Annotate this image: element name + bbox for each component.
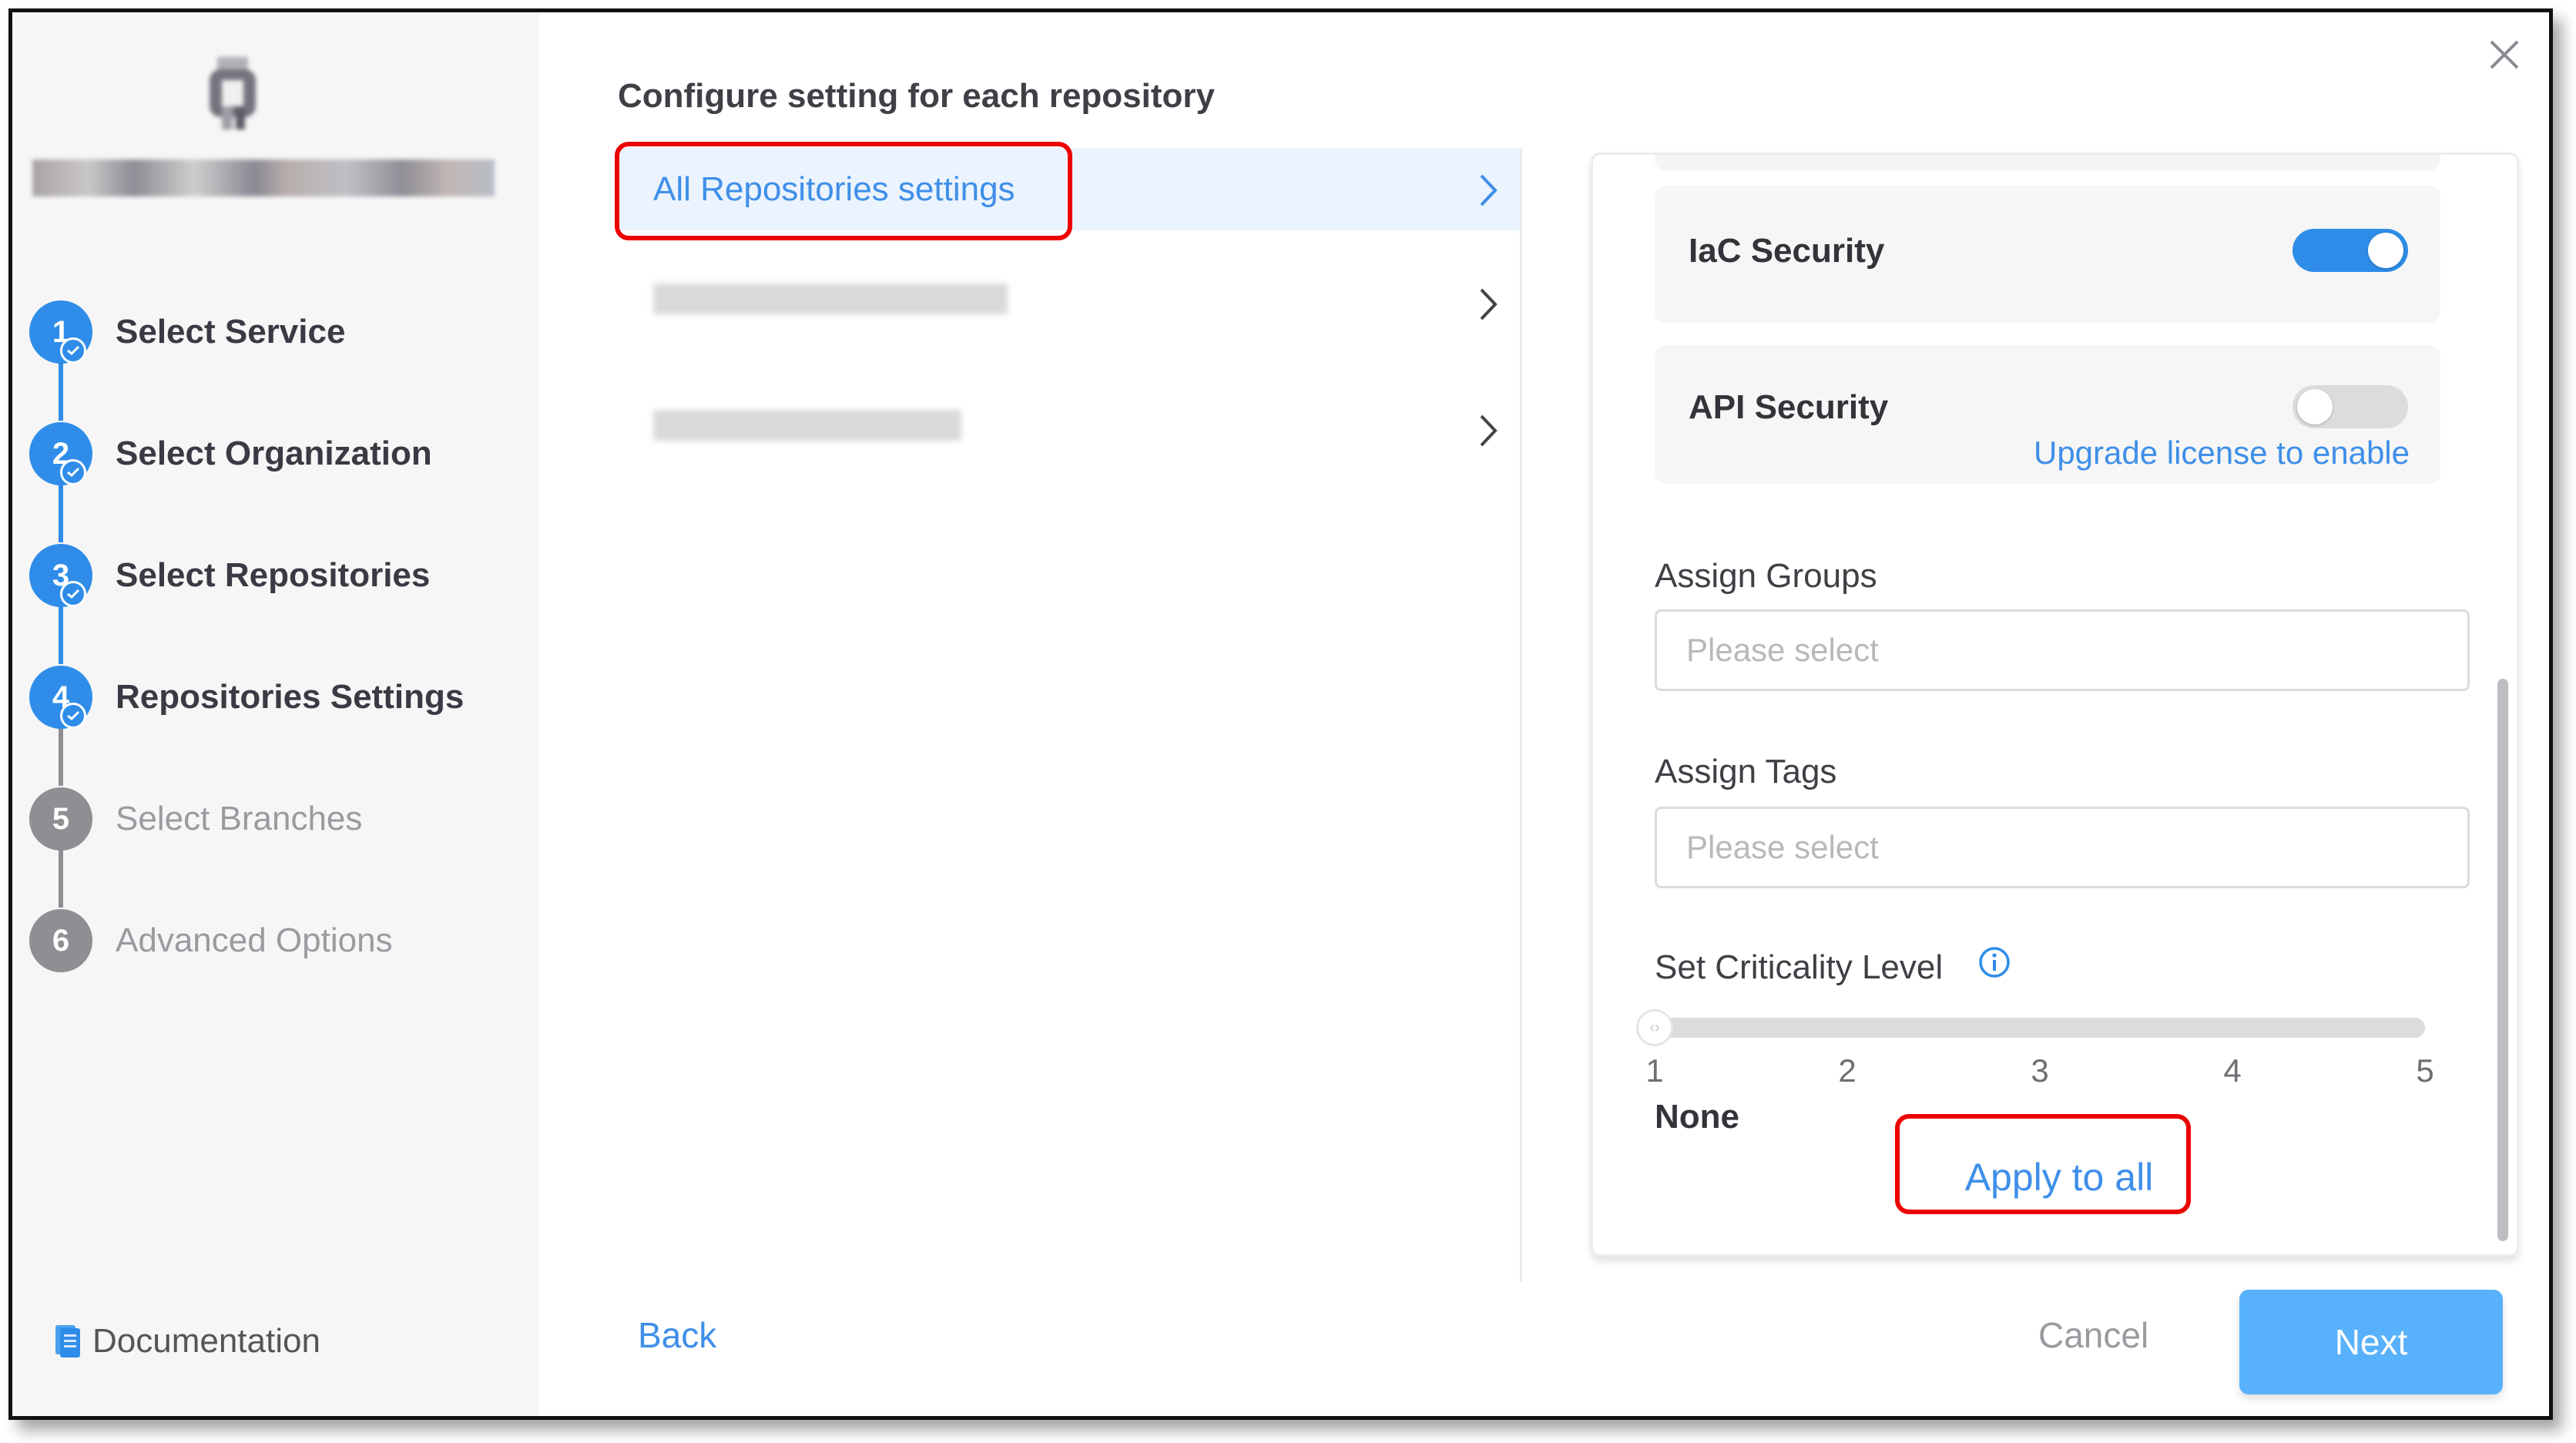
step-label: Select Repositories xyxy=(116,556,431,594)
step-label: Select Organization xyxy=(116,435,432,472)
slider-tick-label: 1 xyxy=(1645,1052,1664,1089)
step-repositories-settings[interactable]: 4 Repositories Settings xyxy=(29,663,538,732)
step-label: Select Branches xyxy=(116,800,363,837)
back-button[interactable]: Back xyxy=(638,1314,716,1356)
step-select-organization[interactable]: 2 Select Organization xyxy=(29,419,538,488)
apply-to-all-button[interactable]: Apply to all xyxy=(1940,1143,2179,1212)
check-icon xyxy=(60,581,86,607)
criticality-label: Set Criticality Level xyxy=(1655,948,1944,986)
assign-groups-select[interactable]: Please select xyxy=(1655,609,2470,691)
api-security-label: API Security xyxy=(1689,388,1889,426)
slider-tick-label: 2 xyxy=(1838,1052,1857,1089)
next-button[interactable]: Next xyxy=(2239,1290,2503,1394)
step-select-branches: 5 Select Branches xyxy=(29,784,538,854)
api-security-card: API Security Upgrade license to enable xyxy=(1655,345,2440,484)
step-number-badge: 6 xyxy=(29,909,92,972)
check-icon xyxy=(60,337,86,364)
assign-groups-placeholder: Please select xyxy=(1686,632,1879,668)
assign-tags-label: Assign Tags xyxy=(1655,753,1837,790)
close-icon[interactable] xyxy=(2485,35,2524,74)
assign-tags-select[interactable]: Please select xyxy=(1655,807,2470,888)
repo-item-label: All Repositories settings xyxy=(653,169,1015,208)
step-label: Select Service xyxy=(116,313,346,351)
criticality-slider-handle[interactable]: ‹› xyxy=(1636,1009,1673,1046)
step-select-repositories[interactable]: 3 Select Repositories xyxy=(29,541,538,610)
cancel-button[interactable]: Cancel xyxy=(2038,1314,2148,1356)
toggle-knob xyxy=(2297,389,2333,425)
slider-tick-label: 3 xyxy=(2031,1052,2049,1089)
toggle-knob xyxy=(2368,233,2403,268)
settings-card-partial xyxy=(1655,155,2440,170)
criticality-value-label: None xyxy=(1655,1098,1739,1136)
chevron-right-icon xyxy=(1480,414,1498,447)
app-title xyxy=(32,147,495,209)
github-import-dialog: 1 Select Service 2 Select Organization 3… xyxy=(8,8,2553,1420)
repo-item[interactable] xyxy=(618,388,1520,471)
chevron-right-icon xyxy=(1480,174,1498,206)
upgrade-license-link[interactable]: Upgrade license to enable xyxy=(2034,435,2410,471)
step-label: Repositories Settings xyxy=(116,678,465,716)
step-number: 6 xyxy=(52,923,70,958)
repo-item-all-repositories[interactable]: All Repositories settings xyxy=(618,148,1520,230)
repo-item[interactable] xyxy=(618,262,1520,344)
document-icon xyxy=(55,1325,80,1357)
repo-item-label-redacted xyxy=(653,284,1008,323)
chevron-right-icon xyxy=(1480,288,1498,320)
column-divider xyxy=(1520,148,1522,1282)
step-number: 5 xyxy=(52,801,70,836)
slider-tick-label: 4 xyxy=(2223,1052,2242,1089)
slider-tick-label: 5 xyxy=(2416,1052,2434,1089)
step-select-service[interactable]: 1 Select Service xyxy=(29,297,538,367)
iac-security-card: IaC Security xyxy=(1655,186,2440,323)
assign-tags-placeholder: Please select xyxy=(1686,829,1879,865)
step-advanced-options: 6 Advanced Options xyxy=(29,906,538,975)
wizard-sidebar: 1 Select Service 2 Select Organization 3… xyxy=(12,12,539,1416)
iac-security-label: IaC Security xyxy=(1689,232,1885,270)
github-icon xyxy=(210,57,256,129)
step-number-badge: 5 xyxy=(29,787,92,851)
step-label: Advanced Options xyxy=(116,921,393,959)
api-security-toggle[interactable] xyxy=(2293,385,2408,428)
criticality-slider-track[interactable] xyxy=(1655,1018,2425,1038)
documentation-label: Documentation xyxy=(92,1322,320,1360)
iac-security-toggle[interactable] xyxy=(2293,229,2408,272)
repository-settings-panel: IaC Security API Security Upgrade licens… xyxy=(1591,153,2519,1257)
documentation-link[interactable]: Documentation xyxy=(54,1322,320,1361)
page-title: Configure setting for each repository xyxy=(618,77,1215,115)
panel-scrollbar[interactable] xyxy=(2497,679,2508,1241)
repo-item-label-redacted xyxy=(653,410,961,449)
check-icon xyxy=(60,703,86,729)
check-icon xyxy=(60,459,86,485)
info-icon[interactable] xyxy=(1977,945,2011,979)
assign-groups-label: Assign Groups xyxy=(1655,557,1877,595)
